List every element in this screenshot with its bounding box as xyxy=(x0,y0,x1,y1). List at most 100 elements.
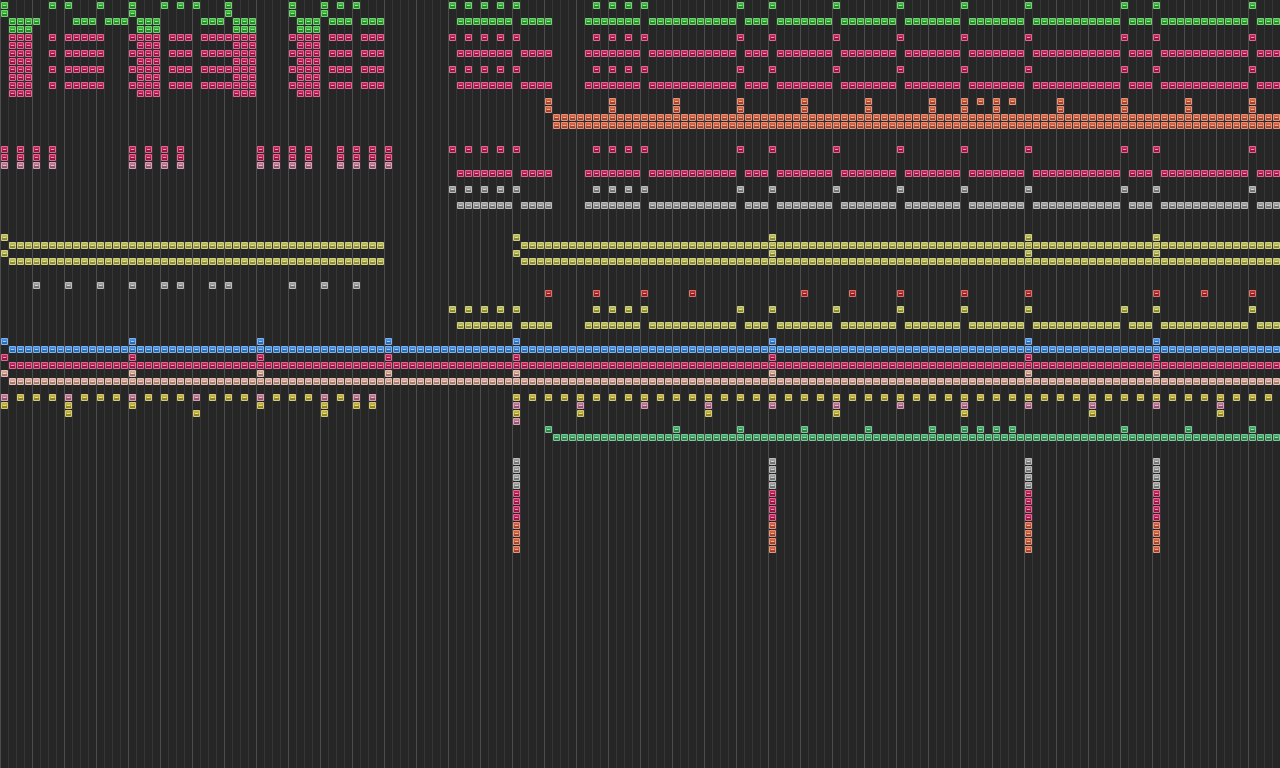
chord-note[interactable] xyxy=(233,82,240,89)
pad-note[interactable] xyxy=(849,258,856,265)
fx-note[interactable] xyxy=(1057,202,1064,209)
bass-note[interactable] xyxy=(137,346,144,353)
chord-note[interactable] xyxy=(145,74,152,81)
pad-note[interactable] xyxy=(137,242,144,249)
pad-note[interactable] xyxy=(265,258,272,265)
stab-note[interactable] xyxy=(825,114,832,121)
fx-note[interactable] xyxy=(457,202,464,209)
bass-note[interactable] xyxy=(265,346,272,353)
chord-note[interactable] xyxy=(689,82,696,89)
stab-note[interactable] xyxy=(1089,114,1096,121)
chord-note[interactable] xyxy=(785,170,792,177)
chord-note[interactable] xyxy=(1177,50,1184,57)
chord-note[interactable] xyxy=(49,66,56,73)
pad-note[interactable] xyxy=(185,242,192,249)
hat-note[interactable] xyxy=(185,378,192,385)
bass-note[interactable] xyxy=(273,346,280,353)
fill-note[interactable] xyxy=(769,490,776,497)
chord-note[interactable] xyxy=(649,170,656,177)
chord-note[interactable] xyxy=(1193,362,1200,369)
kick-note[interactable] xyxy=(353,402,360,409)
stab-note[interactable] xyxy=(689,290,696,297)
stab-note[interactable] xyxy=(641,114,648,121)
hat-note[interactable] xyxy=(681,378,688,385)
pad-note[interactable] xyxy=(705,242,712,249)
chord-note[interactable] xyxy=(1121,66,1128,73)
chord-note[interactable] xyxy=(1113,362,1120,369)
stab-note[interactable] xyxy=(785,122,792,129)
fx-note[interactable] xyxy=(529,202,536,209)
lead-note[interactable] xyxy=(129,2,136,9)
fx-note[interactable] xyxy=(745,202,752,209)
lead-note[interactable] xyxy=(657,18,664,25)
lead-note[interactable] xyxy=(785,18,792,25)
fx-note[interactable] xyxy=(33,282,40,289)
chord-note[interactable] xyxy=(1121,146,1128,153)
chord-note[interactable] xyxy=(137,42,144,49)
stab-note[interactable] xyxy=(1025,114,1032,121)
chord-note[interactable] xyxy=(1033,362,1040,369)
chord-note[interactable] xyxy=(753,170,760,177)
perc-note[interactable] xyxy=(897,434,904,441)
chord-note[interactable] xyxy=(97,34,104,41)
lead-note[interactable] xyxy=(73,18,80,25)
stab-note[interactable] xyxy=(1041,114,1048,121)
perc-note[interactable] xyxy=(585,434,592,441)
chord-note[interactable] xyxy=(145,82,152,89)
chord-note[interactable] xyxy=(1073,362,1080,369)
fx-note[interactable] xyxy=(321,282,328,289)
bass-note[interactable] xyxy=(425,346,432,353)
pad-note[interactable] xyxy=(649,258,656,265)
fx-note[interactable] xyxy=(1137,202,1144,209)
chord-note[interactable] xyxy=(273,362,280,369)
chord-note[interactable] xyxy=(217,66,224,73)
stab-note[interactable] xyxy=(305,146,312,153)
pad-note[interactable] xyxy=(161,242,168,249)
lead-note[interactable] xyxy=(449,2,456,9)
chord-note[interactable] xyxy=(1145,50,1152,57)
chord-note[interactable] xyxy=(1169,50,1176,57)
bass-note[interactable] xyxy=(289,346,296,353)
stab-note[interactable] xyxy=(993,106,1000,113)
fx-note[interactable] xyxy=(585,202,592,209)
chord-note[interactable] xyxy=(1257,170,1264,177)
hat-note[interactable] xyxy=(761,378,768,385)
chord-note[interactable] xyxy=(161,362,168,369)
stab-note[interactable] xyxy=(1121,98,1128,105)
fx-note[interactable] xyxy=(1081,202,1088,209)
pad-note[interactable] xyxy=(889,242,896,249)
arp-note[interactable] xyxy=(449,306,456,313)
bass-note[interactable] xyxy=(249,346,256,353)
pad-note[interactable] xyxy=(209,258,216,265)
perc-note[interactable] xyxy=(569,434,576,441)
chord-note[interactable] xyxy=(489,170,496,177)
chord-note[interactable] xyxy=(481,362,488,369)
stab-note[interactable] xyxy=(841,114,848,121)
stab-note[interactable] xyxy=(1273,114,1280,121)
fill-note[interactable] xyxy=(1025,506,1032,513)
chord-note[interactable] xyxy=(777,170,784,177)
chord-note[interactable] xyxy=(769,34,776,41)
fill-note[interactable] xyxy=(513,474,520,481)
pad-note[interactable] xyxy=(353,242,360,249)
perc-note[interactable] xyxy=(937,434,944,441)
fx-note[interactable] xyxy=(761,202,768,209)
chord-note[interactable] xyxy=(361,50,368,57)
chord-note[interactable] xyxy=(1233,50,1240,57)
chord-note[interactable] xyxy=(513,34,520,41)
stab-note[interactable] xyxy=(857,114,864,121)
hat-note[interactable] xyxy=(1041,378,1048,385)
stab-note[interactable] xyxy=(841,122,848,129)
fx-note[interactable] xyxy=(1169,202,1176,209)
perc-note[interactable] xyxy=(513,402,520,409)
hat-note[interactable] xyxy=(1185,378,1192,385)
pad-note[interactable] xyxy=(569,258,576,265)
fill-note[interactable] xyxy=(513,530,520,537)
kick-note[interactable] xyxy=(33,394,40,401)
chord-note[interactable] xyxy=(313,42,320,49)
chord-note[interactable] xyxy=(1249,34,1256,41)
lead-note[interactable] xyxy=(145,18,152,25)
chord-note[interactable] xyxy=(1249,146,1256,153)
stab-note[interactable] xyxy=(625,122,632,129)
chord-note[interactable] xyxy=(905,170,912,177)
